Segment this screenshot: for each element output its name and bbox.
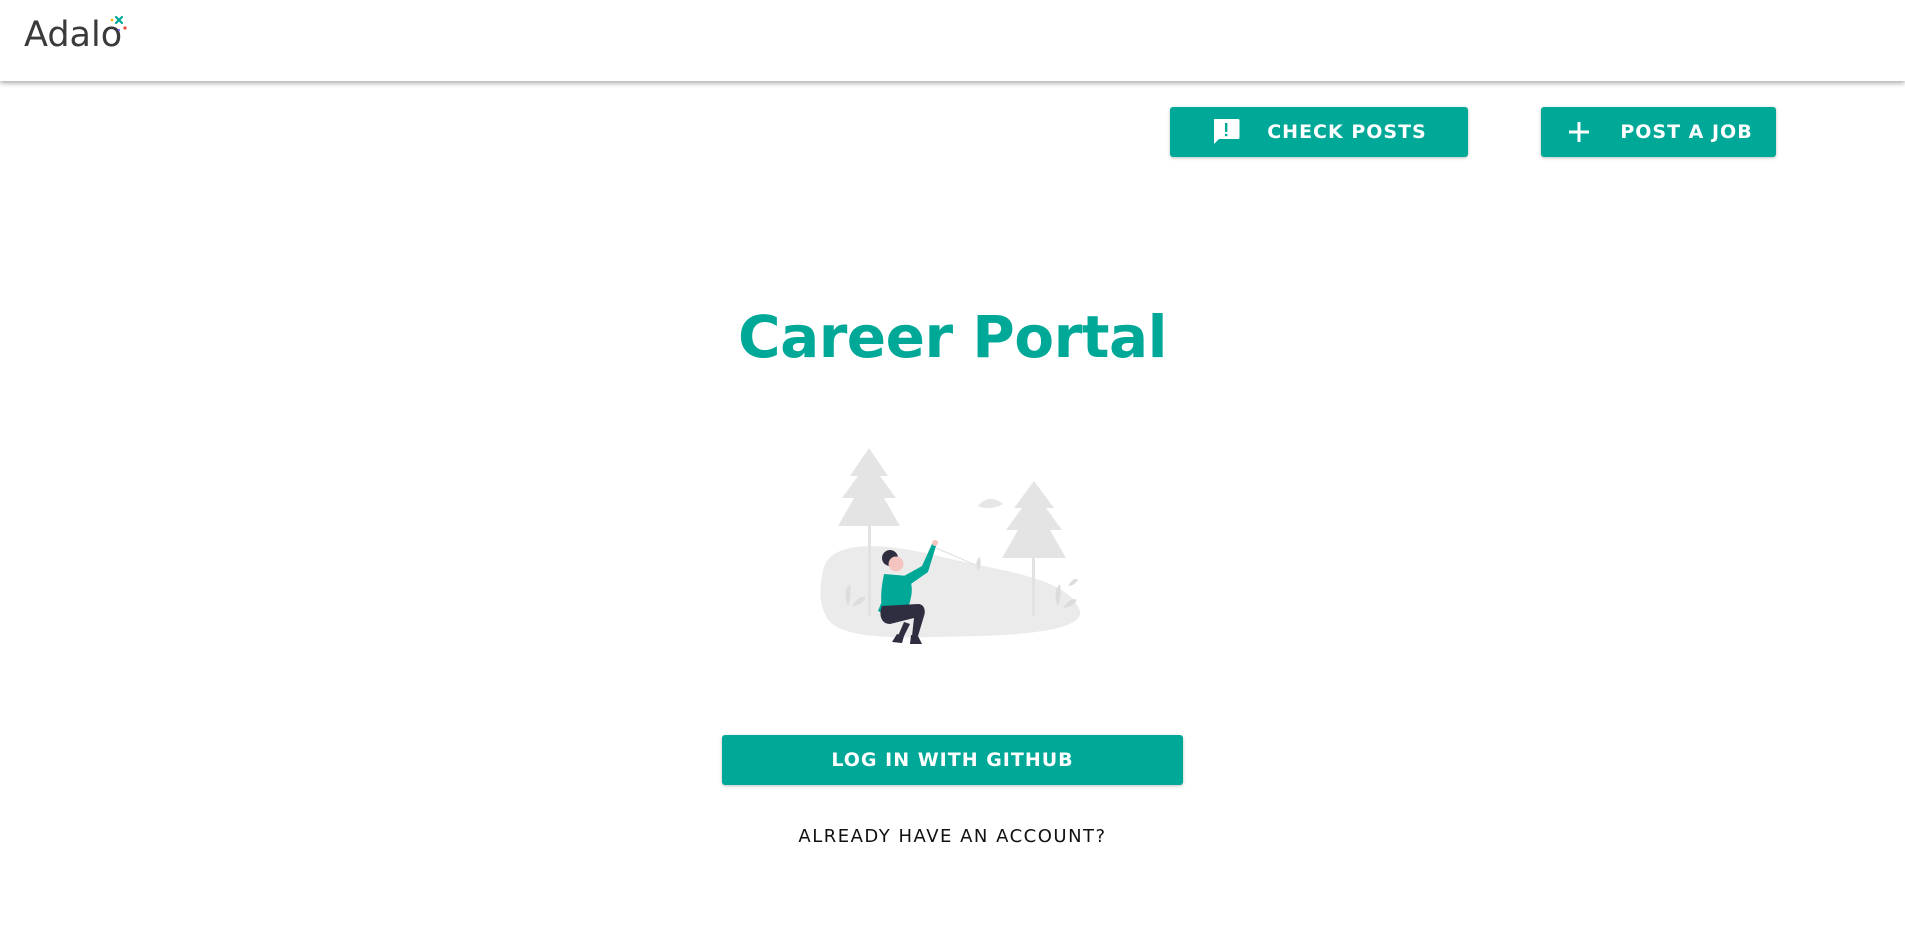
- feedback-exclamation-icon: [1211, 117, 1241, 147]
- adalo-logo[interactable]: Adalo: [24, 12, 127, 58]
- adalo-sparkle-icon: [110, 15, 127, 32]
- person-sitting-in-park-illustration: [820, 448, 1081, 644]
- post-a-job-label: POST A JOB: [1620, 120, 1753, 143]
- top-app-bar: Adalo: [0, 0, 1905, 81]
- plus-icon: [1564, 117, 1594, 147]
- login-with-github-button[interactable]: LOG IN WITH GITHUB: [722, 735, 1183, 785]
- already-have-account-link[interactable]: ALREADY HAVE AN ACCOUNT?: [0, 826, 1905, 847]
- check-posts-label: CHECK POSTS: [1267, 120, 1427, 143]
- page-title: Career Portal: [738, 303, 1167, 371]
- post-a-job-button[interactable]: POST A JOB: [1541, 107, 1776, 157]
- check-posts-button[interactable]: CHECK POSTS: [1170, 107, 1468, 157]
